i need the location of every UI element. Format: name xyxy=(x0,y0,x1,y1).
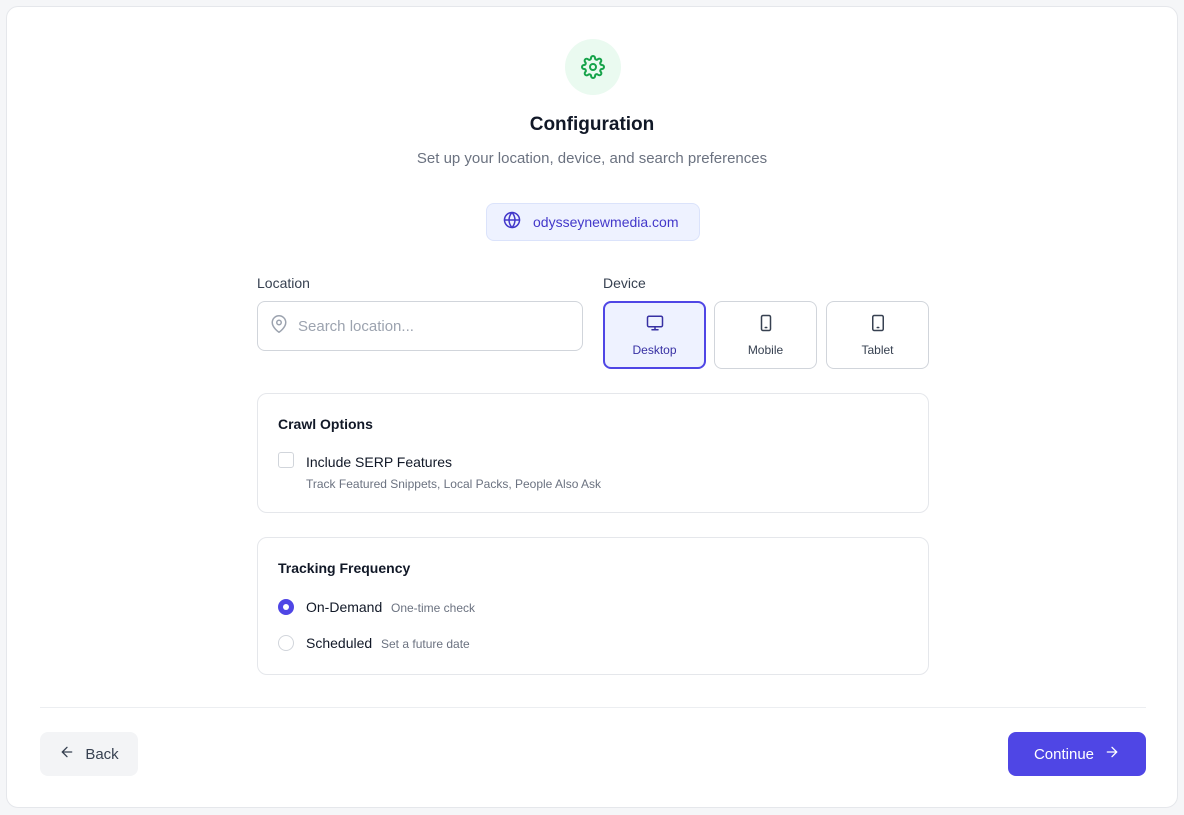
serp-features-label: Include SERP Features xyxy=(306,454,453,470)
continue-button-label: Continue xyxy=(1033,745,1095,763)
back-button-label: Back xyxy=(85,745,119,763)
location-search-input[interactable] xyxy=(298,317,558,335)
device-desktop-button[interactable]: Desktop xyxy=(603,301,706,369)
location-label: Location xyxy=(257,275,310,291)
device-mobile-label: Mobile xyxy=(747,342,784,357)
scheduled-help: Set a future date xyxy=(381,637,470,651)
map-pin-icon xyxy=(270,314,288,338)
device-tablet-button[interactable]: Tablet xyxy=(826,301,929,369)
on-demand-help: One-time check xyxy=(391,601,476,615)
back-button[interactable]: Back xyxy=(40,732,138,776)
serp-features-checkbox[interactable] xyxy=(278,452,294,468)
serp-features-help: Track Featured Snippets, Local Packs, Pe… xyxy=(306,477,602,491)
footer-divider xyxy=(40,707,1146,708)
location-field[interactable] xyxy=(257,301,583,351)
crawl-options-title: Crawl Options xyxy=(278,416,373,432)
domain-text: odysseynewmedia.com xyxy=(533,214,679,230)
on-demand-label: On-Demand xyxy=(306,599,383,615)
device-mobile-button[interactable]: Mobile xyxy=(714,301,817,369)
scheduled-label: Scheduled xyxy=(306,635,373,651)
configuration-card: Configuration Set up your location, devi… xyxy=(6,6,1178,808)
tablet-icon xyxy=(869,314,887,337)
arrow-right-icon xyxy=(1104,744,1120,764)
globe-icon xyxy=(503,211,521,234)
device-desktop-label: Desktop xyxy=(632,342,677,357)
mobile-icon xyxy=(757,314,775,337)
device-tablet-label: Tablet xyxy=(861,342,894,357)
domain-badge: odysseynewmedia.com xyxy=(486,203,700,241)
page-title: Configuration xyxy=(529,114,655,135)
desktop-icon xyxy=(646,314,664,337)
tracking-frequency-title: Tracking Frequency xyxy=(278,560,411,576)
continue-button[interactable]: Continue xyxy=(1008,732,1146,776)
on-demand-radio[interactable] xyxy=(278,599,294,615)
arrow-left-icon xyxy=(59,744,75,764)
crawl-options-panel: Crawl Options Include SERP Features Trac… xyxy=(257,393,929,513)
tracking-frequency-panel: Tracking Frequency On-Demand One-time ch… xyxy=(257,537,929,675)
gear-icon xyxy=(565,39,621,95)
device-label: Device xyxy=(603,275,646,291)
scheduled-radio[interactable] xyxy=(278,635,294,651)
page-subtitle: Set up your location, device, and search… xyxy=(416,150,768,167)
